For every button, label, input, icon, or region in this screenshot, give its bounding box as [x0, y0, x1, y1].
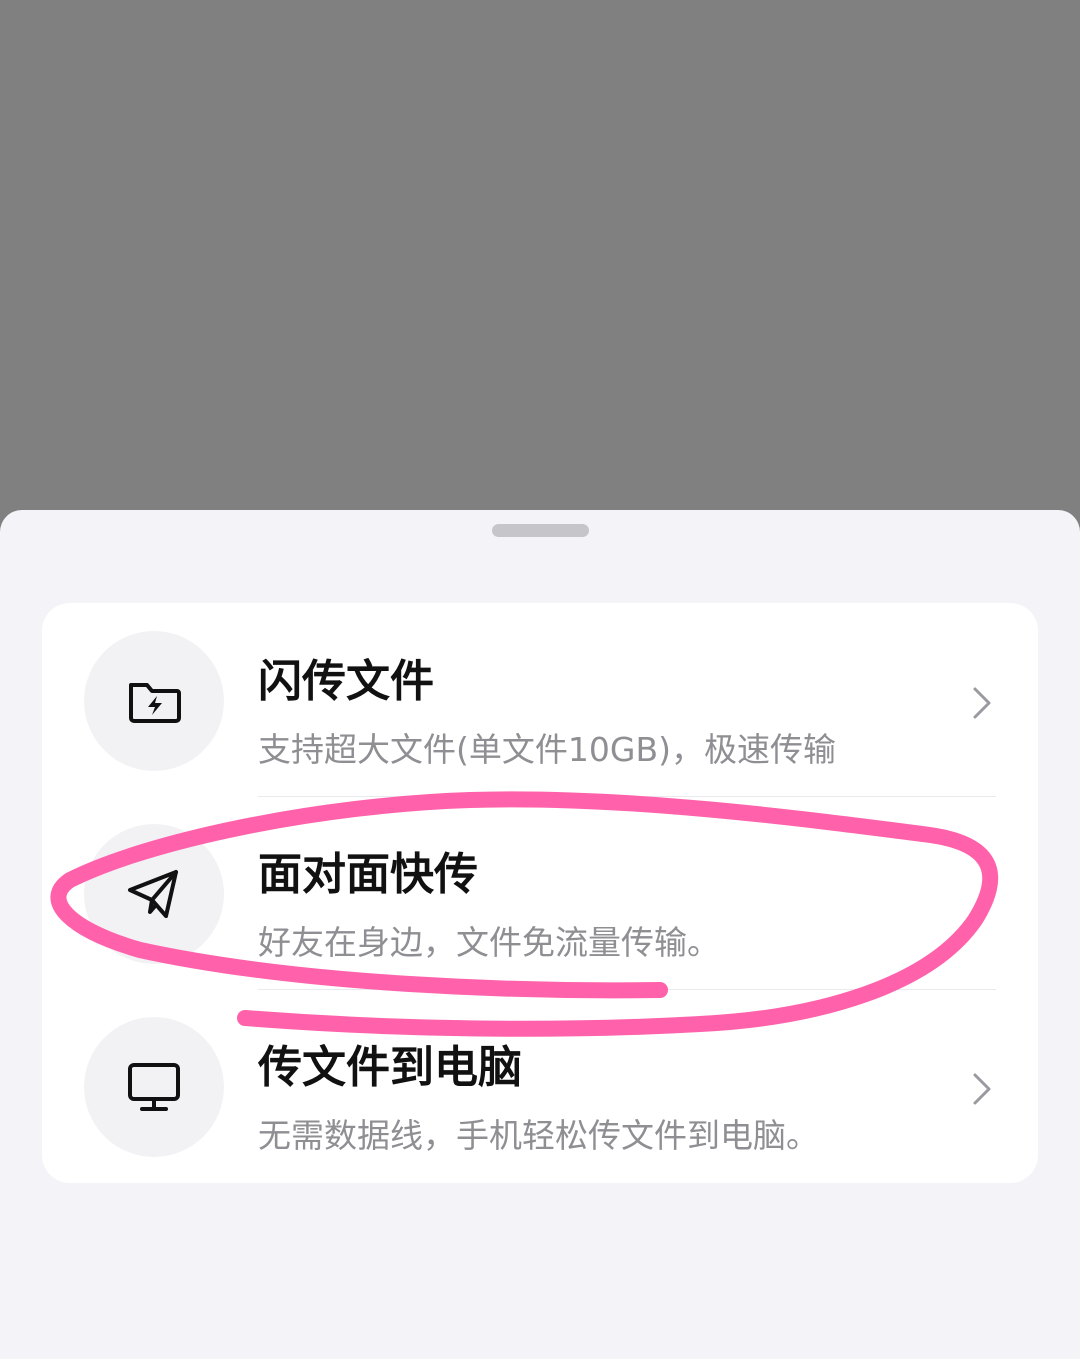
option-subtitle: 支持超大文件(单文件10GB)，极速传输	[258, 730, 836, 769]
option-transfer-to-computer[interactable]: 传文件到电脑 无需数据线，手机轻松传文件到电脑。	[42, 989, 1038, 1183]
transfer-options-card: 闪传文件 支持超大文件(单文件10GB)，极速传输 面对面快传 好友在身边，文件…	[42, 603, 1038, 1183]
monitor-icon	[128, 1063, 180, 1111]
icon-container	[84, 1017, 224, 1157]
option-face-to-face-transfer[interactable]: 面对面快传 好友在身边，文件免流量传输。	[42, 796, 1038, 990]
paper-plane-icon	[128, 870, 178, 918]
option-title: 面对面快传	[258, 849, 478, 900]
option-title: 闪传文件	[258, 656, 434, 707]
option-title: 传文件到电脑	[258, 1042, 522, 1093]
folder-lightning-icon	[129, 683, 181, 723]
option-flash-transfer[interactable]: 闪传文件 支持超大文件(单文件10GB)，极速传输	[42, 603, 1038, 797]
sheet-drag-handle[interactable]	[492, 524, 589, 537]
bottom-sheet: 闪传文件 支持超大文件(单文件10GB)，极速传输 面对面快传 好友在身边，文件…	[0, 510, 1080, 1359]
chevron-right-icon	[973, 687, 991, 719]
option-subtitle: 好友在身边，文件免流量传输。	[258, 923, 720, 962]
option-subtitle: 无需数据线，手机轻松传文件到电脑。	[258, 1116, 819, 1155]
chevron-right-icon	[973, 1073, 991, 1105]
icon-container	[84, 631, 224, 771]
icon-container	[84, 824, 224, 964]
